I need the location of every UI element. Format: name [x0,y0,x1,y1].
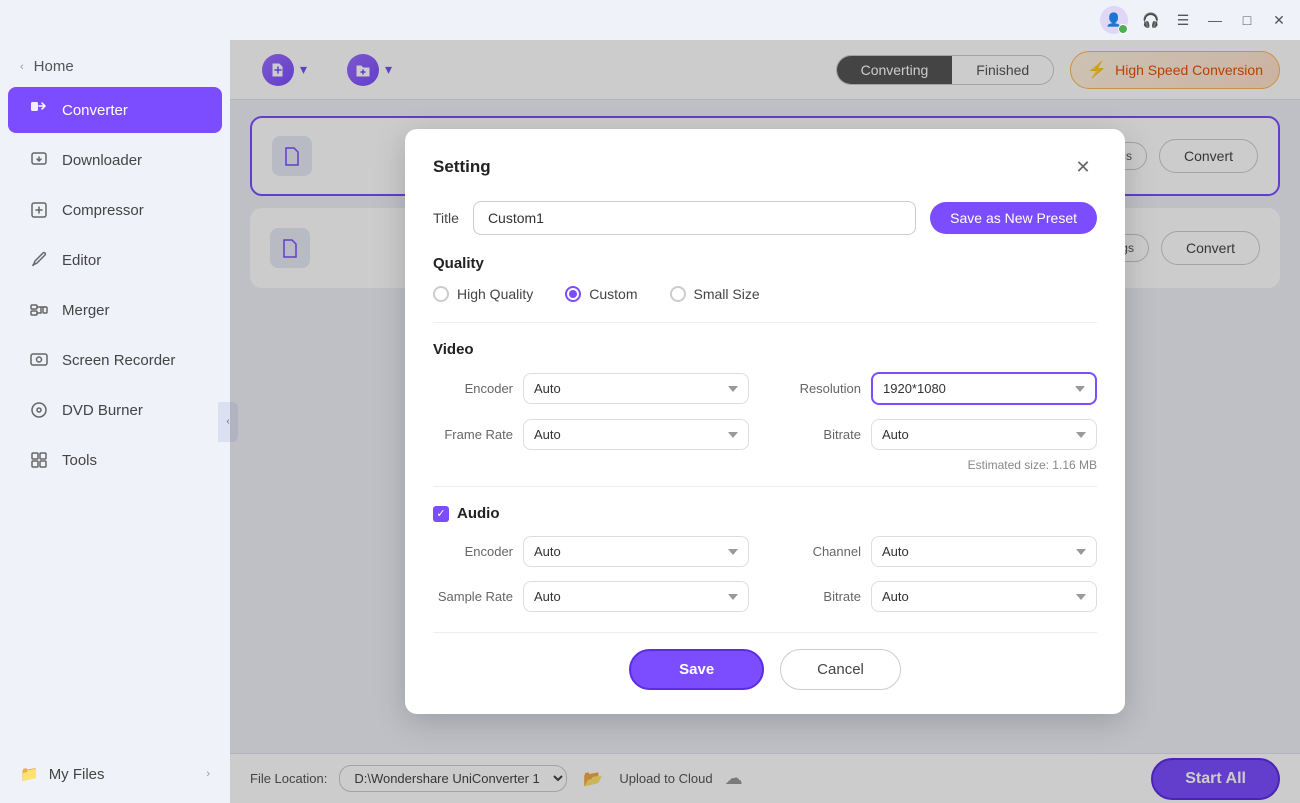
sidebar-item-label-screen-recorder: Screen Recorder [62,352,175,369]
modal-close-button[interactable]: ✕ [1069,153,1097,181]
titlebar-icons: 👤 🎧 ☰ — □ ✕ [1100,6,1288,34]
channel-label: Channel [781,544,861,559]
quality-section-title: Quality [433,255,1097,272]
audio-divider [433,486,1097,487]
quality-small-label: Small Size [694,286,760,302]
main-content: ▾ ▾ Converting Finished ⚡ High Speed Con… [230,40,1300,803]
quality-custom-label: Custom [589,286,637,302]
audio-bitrate-label: Bitrate [781,589,861,604]
radio-custom-circle [565,286,581,302]
audio-bitrate-row: Bitrate Auto128k256k512k1M2M [781,581,1097,612]
sidebar-item-label-converter: Converter [62,102,128,119]
app-body: ‹ Home Converter Downloader [0,40,1300,803]
sidebar-item-label-downloader: Downloader [62,152,142,169]
sidebar-myfiles-label: My Files [49,766,105,783]
quality-options-row: High Quality Custom Small Size [433,286,1097,302]
merger-icon [28,299,50,321]
audio-encoder-row: Encoder AutoH.264H.265MPEG-4VP9 [433,536,749,567]
modal-footer: Save Cancel [433,632,1097,690]
quality-small-size[interactable]: Small Size [670,286,760,302]
sidebar-item-compressor[interactable]: Compressor [8,187,222,233]
sidebar-item-label-tools: Tools [62,452,97,469]
sidebar: ‹ Home Converter Downloader [0,40,230,803]
compressor-icon [28,199,50,221]
editor-icon [28,249,50,271]
modal-overlay: Setting ✕ Title Save as New Preset Quali… [230,40,1300,803]
modal-save-button[interactable]: Save [629,649,764,690]
sample-rate-row: Sample Rate Auto441004800096000 [433,581,749,612]
sidebar-myfiles[interactable]: 📁 My Files › [0,753,230,795]
menu-icon[interactable]: ☰ [1174,11,1192,29]
maximize-icon[interactable]: □ [1238,11,1256,29]
sample-rate-label: Sample Rate [433,589,513,604]
tools-icon [28,449,50,471]
video-section-title: Video [433,341,1097,358]
estimated-size: Estimated size: 1.16 MB [433,458,1097,472]
screen-recorder-icon [28,349,50,371]
encoder-label: Encoder [433,381,513,396]
sidebar-item-dvd-burner[interactable]: DVD Burner [8,387,222,433]
sidebar-item-merger[interactable]: Merger [8,287,222,333]
sidebar-item-label-editor: Editor [62,252,101,269]
converter-icon [28,99,50,121]
video-settings-grid: Encoder AutoH.264H.265MPEG-4VP9 Resoluti… [433,372,1097,450]
radio-small-size-circle [670,286,686,302]
title-input[interactable] [473,201,916,235]
modal-cancel-button[interactable]: Cancel [780,649,901,690]
user-avatar-icon[interactable]: 👤 [1100,6,1128,34]
quality-high-label: High Quality [457,286,533,302]
bitrate-row: Bitrate Auto128k256k512k1M2M [781,419,1097,450]
sidebar-home[interactable]: ‹ Home [0,48,230,85]
frame-rate-select[interactable]: Auto23.976242529.973060 [523,419,749,450]
encoder-row: Encoder AutoH.264H.265MPEG-4VP9 [433,372,749,405]
sample-rate-select[interactable]: Auto441004800096000 [523,581,749,612]
frame-rate-row: Frame Rate Auto23.976242529.973060 [433,419,749,450]
sidebar-item-label-compressor: Compressor [62,202,144,219]
sidebar-item-tools[interactable]: Tools [8,437,222,483]
dvd-burner-icon [28,399,50,421]
downloader-icon [28,149,50,171]
sidebar-home-label: Home [34,58,74,75]
chevron-right-icon: › [206,768,210,780]
sidebar-item-editor[interactable]: Editor [8,237,222,283]
close-icon[interactable]: ✕ [1270,11,1288,29]
audio-checkbox[interactable]: ✓ [433,506,449,522]
bitrate-label: Bitrate [781,427,861,442]
resolution-label: Resolution [781,381,861,396]
divider [433,322,1097,323]
encoder-select[interactable]: AutoH.264H.265MPEG-4VP9 [523,373,749,404]
resolution-row: Resolution Auto1920*10801280*720854*4806… [781,372,1097,405]
title-field-label: Title [433,210,459,226]
sidebar-item-screen-recorder[interactable]: Screen Recorder [8,337,222,383]
sidebar-item-downloader[interactable]: Downloader [8,137,222,183]
audio-bitrate-select[interactable]: Auto128k256k512k1M2M [871,581,1097,612]
headset-icon[interactable]: 🎧 [1142,11,1160,29]
sidebar-item-converter[interactable]: Converter [8,87,222,133]
settings-modal: Setting ✕ Title Save as New Preset Quali… [405,129,1125,714]
channel-row: Channel AutoStereoMono [781,536,1097,567]
channel-select[interactable]: AutoStereoMono [871,536,1097,567]
quality-high-quality[interactable]: High Quality [433,286,533,302]
audio-encoder-select[interactable]: AutoH.264H.265MPEG-4VP9 [523,536,749,567]
sidebar-item-label-dvd-burner: DVD Burner [62,402,143,419]
audio-settings-grid: Encoder AutoH.264H.265MPEG-4VP9 Channel … [433,536,1097,612]
myfiles-folder-icon: 📁 [20,765,39,783]
sidebar-item-label-merger: Merger [62,302,110,319]
title-row: Title Save as New Preset [433,201,1097,235]
titlebar: 👤 🎧 ☰ — □ ✕ [0,0,1300,40]
chevron-left-icon: ‹ [20,61,24,73]
modal-header: Setting ✕ [433,153,1097,181]
save-preset-button[interactable]: Save as New Preset [930,202,1097,234]
quality-custom[interactable]: Custom [565,286,637,302]
bitrate-select[interactable]: Auto128k256k512k1M2M [871,419,1097,450]
radio-high-quality-circle [433,286,449,302]
audio-section-header: ✓ Audio [433,505,1097,522]
audio-encoder-label: Encoder [433,544,513,559]
resolution-select[interactable]: Auto1920*10801280*720854*480640*360 [871,372,1097,405]
modal-title: Setting [433,157,491,177]
minimize-icon[interactable]: — [1206,11,1224,29]
audio-section-title: Audio [457,505,500,522]
frame-rate-label: Frame Rate [433,427,513,442]
